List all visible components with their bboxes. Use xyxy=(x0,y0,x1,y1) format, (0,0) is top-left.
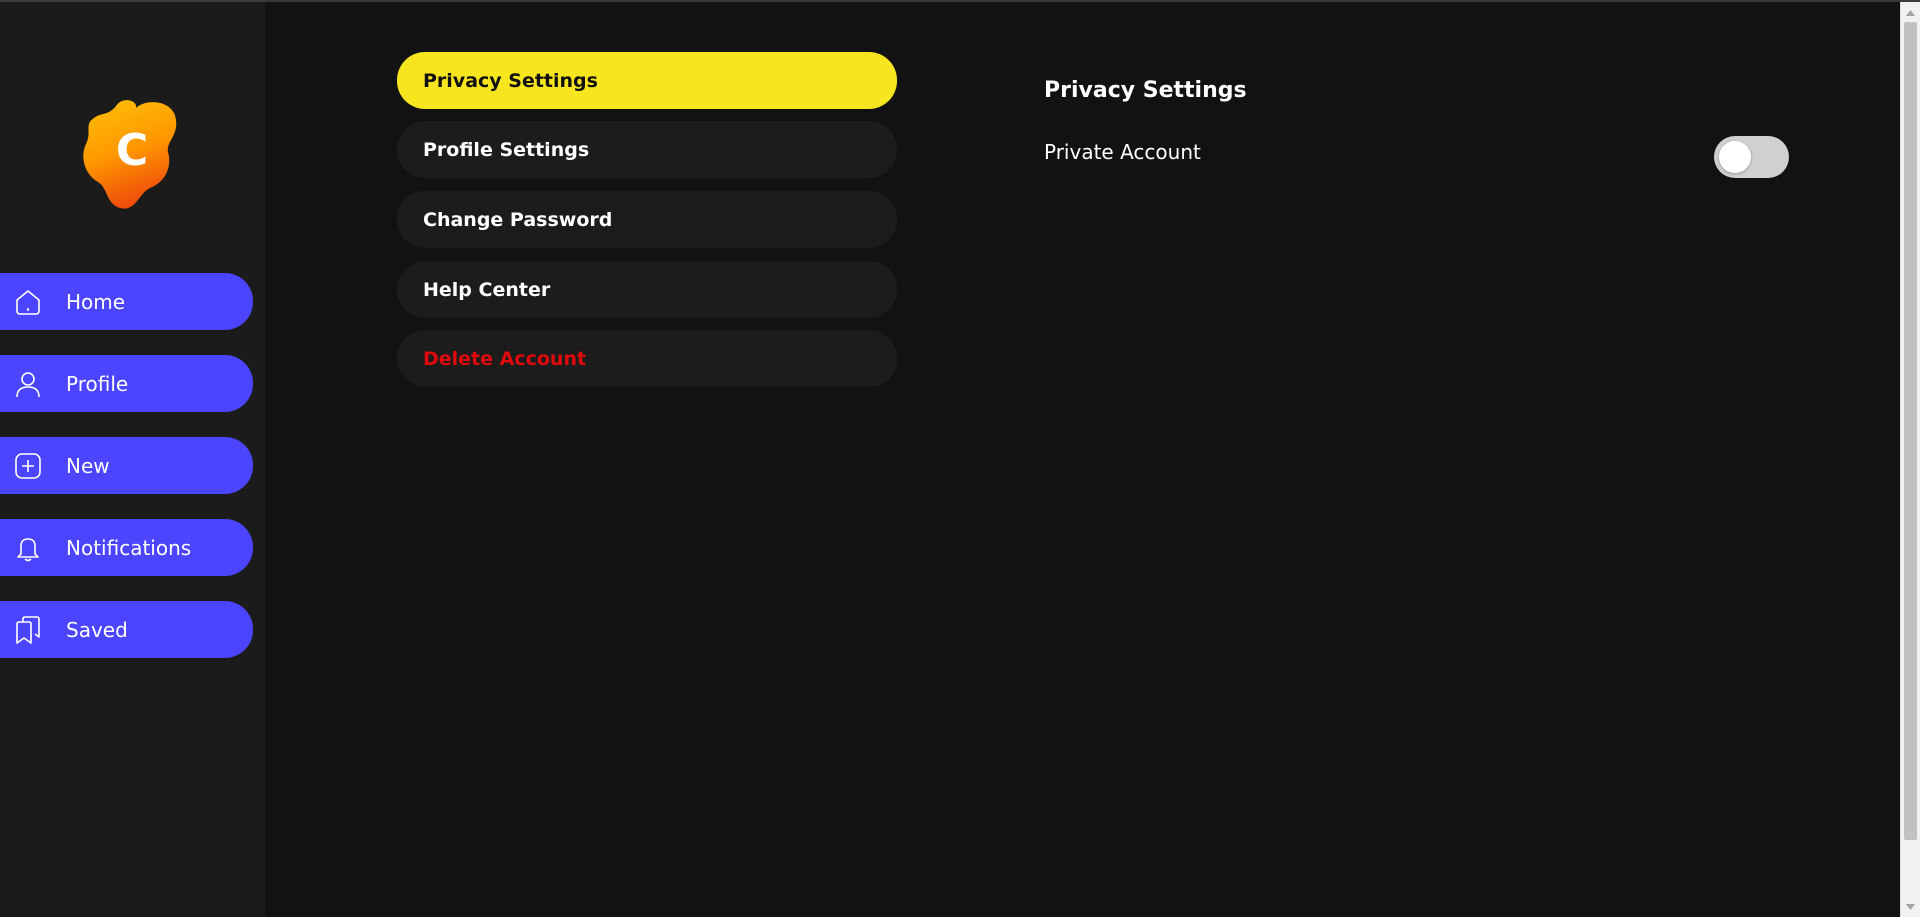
private-account-label: Private Account xyxy=(1044,140,1201,164)
nav-home[interactable]: Home xyxy=(0,273,253,330)
scrollbar-thumb[interactable] xyxy=(1904,22,1917,840)
nav-notifications-label: Notifications xyxy=(66,535,192,560)
menu-privacy-settings[interactable]: Privacy Settings xyxy=(397,52,897,109)
window-top-border xyxy=(0,0,1920,2)
nav-notifications[interactable]: Notifications xyxy=(0,519,253,576)
bookmarks-icon xyxy=(12,614,44,646)
nav-new-label: New xyxy=(66,453,110,478)
user-icon xyxy=(12,368,44,400)
home-icon xyxy=(12,286,44,318)
nav-saved[interactable]: Saved xyxy=(0,601,253,658)
vertical-scrollbar[interactable] xyxy=(1900,2,1920,917)
menu-change-password[interactable]: Change Password xyxy=(397,191,897,248)
bell-icon xyxy=(12,532,44,564)
app-logo[interactable]: C xyxy=(78,94,188,214)
scroll-up-arrow-icon[interactable] xyxy=(1901,4,1920,21)
sidebar: C Home Profile New Notifications Saved xyxy=(0,2,265,917)
private-account-toggle[interactable] xyxy=(1714,136,1789,178)
panel-title: Privacy Settings xyxy=(1044,78,1247,103)
menu-privacy-settings-label: Privacy Settings xyxy=(423,69,598,92)
nav-profile-label: Profile xyxy=(66,371,129,396)
menu-change-password-label: Change Password xyxy=(423,208,613,231)
toggle-knob xyxy=(1719,141,1751,173)
menu-delete-account-label: Delete Account xyxy=(423,347,587,370)
menu-help-center[interactable]: Help Center xyxy=(397,261,897,318)
nav-new[interactable]: New xyxy=(0,437,253,494)
logo-letter: C xyxy=(115,125,149,176)
nav-home-label: Home xyxy=(66,289,126,314)
menu-profile-settings[interactable]: Profile Settings xyxy=(397,121,897,178)
nav-profile[interactable]: Profile xyxy=(0,355,253,412)
nav-saved-label: Saved xyxy=(66,617,128,642)
menu-profile-settings-label: Profile Settings xyxy=(423,138,590,161)
menu-delete-account[interactable]: Delete Account xyxy=(397,330,897,387)
scroll-down-arrow-icon[interactable] xyxy=(1901,898,1920,915)
app-window: C Home Profile New Notifications Saved P… xyxy=(0,0,1920,917)
menu-help-center-label: Help Center xyxy=(423,278,551,301)
plus-square-icon xyxy=(12,450,44,482)
